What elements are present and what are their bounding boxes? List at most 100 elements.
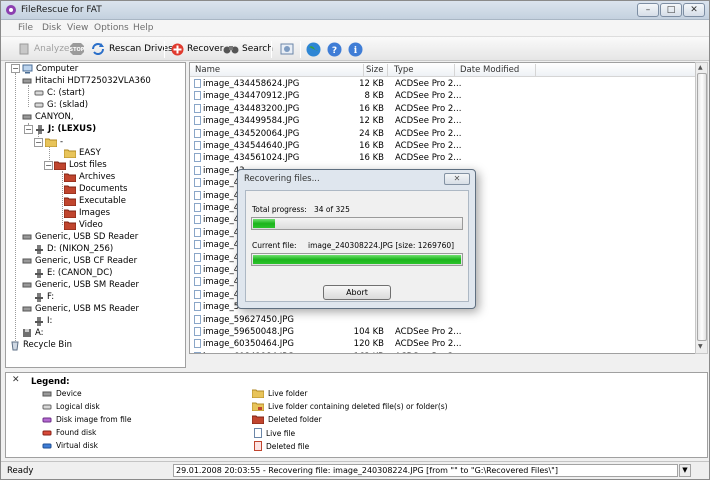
live-folder-icon (252, 389, 264, 398)
expand-toggle[interactable]: − (11, 64, 20, 73)
table-row[interactable]: image_434458624.JPG 12 KB ACDSee Pro 2... (190, 78, 695, 91)
tree-item-folder-dash[interactable]: - (45, 136, 63, 148)
tree-item-drive-g[interactable]: G: (sklad) (34, 99, 88, 111)
table-row[interactable]: image_60350464.JPG 120 KB ACDSee Pro 2... (190, 338, 695, 351)
file-icon (194, 190, 201, 200)
tree-item-drive-i[interactable]: I: (34, 315, 52, 327)
file-list-header: Name Size Type Date Modified (190, 63, 695, 77)
settings-button[interactable] (279, 41, 295, 57)
table-row[interactable]: image_434483200.JPG 16 KB ACDSee Pro 2... (190, 103, 695, 116)
menu-options[interactable]: Options (94, 23, 129, 33)
menu-view[interactable]: View (67, 23, 88, 33)
column-date[interactable]: Date Modified (460, 65, 519, 75)
tree-item-video[interactable]: Video (64, 219, 103, 231)
file-size: 12 KB (359, 79, 384, 89)
table-row[interactable]: image_434544640.JPG 16 KB ACDSee Pro 2... (190, 140, 695, 153)
file-icon (194, 103, 201, 113)
tree-item-computer[interactable]: Computer (22, 63, 78, 75)
tree-item-drive-f[interactable]: F: (34, 291, 54, 303)
column-name[interactable]: Name (195, 65, 220, 75)
minimize-button[interactable]: – (637, 3, 659, 17)
column-divider (387, 64, 388, 76)
toolbar: Analyze STOP Rescan Drives Recover Searc… (1, 36, 709, 61)
tree-item-drive-a[interactable]: A: (22, 327, 44, 339)
tree-item-sm-reader[interactable]: Generic, USB SM Reader (22, 279, 139, 291)
file-icon (194, 339, 201, 349)
tree-item-drive-d[interactable]: D: (NIKON_256) (34, 243, 113, 255)
scrollbar-thumb[interactable] (697, 73, 707, 341)
table-row[interactable]: image_59650048.JPG 104 KB ACDSee Pro 2... (190, 326, 695, 339)
expand-toggle[interactable]: − (34, 138, 43, 147)
tree-item-lost-files[interactable]: Lost files (54, 159, 107, 171)
menu-disk[interactable]: Disk (42, 23, 61, 33)
expand-toggle[interactable]: − (24, 125, 33, 134)
website-button[interactable] (306, 41, 321, 57)
tree-item-recycle-bin[interactable]: Recycle Bin (10, 339, 72, 351)
tree-item-drive-e[interactable]: E: (CANON_DC) (34, 267, 112, 279)
tree-guide (15, 73, 16, 345)
tree-item-folder-easy[interactable]: EASY (64, 147, 101, 159)
tree-item-drive-c[interactable]: C: (start) (34, 87, 85, 99)
expand-toggle[interactable]: − (44, 161, 53, 170)
status-log-select[interactable]: 29.01.2008 20:03:55 - Recovering file: i… (173, 464, 678, 477)
help-button[interactable]: ? (327, 41, 342, 57)
tree-label: Generic, USB SD Reader (35, 232, 139, 242)
status-bar: Ready 29.01.2008 20:03:55 - Recovering f… (1, 461, 709, 479)
tree-item-drive-j[interactable]: J: (LEXUS) (35, 123, 96, 135)
tree-item-images[interactable]: Images (64, 207, 110, 219)
recover-button[interactable]: Recover (171, 41, 223, 57)
column-size[interactable]: Size (366, 65, 383, 75)
drive-tree[interactable]: − Computer Hitachi HDT725032VLA360 C: (s… (5, 62, 186, 368)
tree-item-archives[interactable]: Archives (64, 171, 115, 183)
menu-file[interactable]: File (18, 23, 33, 33)
file-icon (194, 215, 201, 225)
abort-button[interactable]: Abort (323, 285, 391, 300)
scroll-down-icon[interactable]: ▼ (698, 343, 703, 350)
tree-label: Documents (79, 184, 128, 194)
tree-item-ms-reader[interactable]: Generic, USB MS Reader (22, 303, 139, 315)
about-button[interactable]: i (348, 41, 363, 57)
file-icon (194, 265, 201, 274)
disk-image-icon (42, 417, 52, 422)
help-icon: ? (327, 42, 342, 56)
close-button[interactable]: ✕ (683, 3, 705, 17)
stop-button[interactable]: STOP (69, 41, 85, 57)
tree-item-sd-reader[interactable]: Generic, USB SD Reader (22, 231, 138, 243)
column-type[interactable]: Type (394, 65, 414, 75)
tree-guide (28, 85, 29, 107)
search-button[interactable]: Search (223, 41, 273, 57)
analyze-button[interactable]: Analyze (17, 41, 69, 57)
rescan-drives-button[interactable]: Rescan Drives (90, 41, 173, 57)
deleted-folder-icon (54, 161, 66, 170)
device-icon (22, 282, 32, 288)
tree-label: Generic, USB CF Reader (35, 256, 138, 266)
file-name: image_434561024.JPG (203, 153, 300, 164)
tree-item-executable[interactable]: Executable (64, 195, 126, 207)
tree-item-documents[interactable]: Documents (64, 183, 127, 195)
table-row[interactable]: image_434520064.JPG 24 KB ACDSee Pro 2... (190, 128, 695, 141)
deleted-folder-icon (252, 415, 264, 424)
table-row[interactable]: image_434499584.JPG 12 KB ACDSee Pro 2... (190, 115, 695, 128)
menu-help[interactable]: Help (133, 23, 154, 33)
table-row[interactable]: image_434470912.JPG 8 KB ACDSee Pro 2... (190, 90, 695, 103)
file-icon (194, 327, 201, 336)
analyze-label: Analyze (34, 44, 70, 54)
file-list-scrollbar[interactable]: ▲ ▼ (695, 62, 708, 354)
table-row[interactable]: image_60841984.JPG 162 KB ACDSee Pro 2... (190, 351, 695, 353)
virtual-disk-icon (42, 443, 52, 448)
table-row[interactable]: image_434561024.JPG 16 KB ACDSee Pro 2... (190, 152, 695, 165)
tree-item-canyon[interactable]: CANYON, (22, 111, 74, 123)
scroll-up-icon[interactable]: ▲ (698, 64, 703, 71)
legend-close-icon[interactable]: ✕ (12, 375, 20, 385)
maximize-button[interactable]: □ (660, 3, 682, 17)
chevron-down-icon[interactable]: ▼ (679, 464, 691, 477)
live-folder-icon (64, 149, 76, 158)
current-file-value: image_240308224.JPG [size: 1269760] (308, 241, 455, 250)
tree-guide (49, 146, 50, 162)
tree-item-cf-reader[interactable]: Generic, USB CF Reader (22, 255, 137, 267)
dialog-close-button[interactable]: ✕ (444, 173, 470, 185)
tree-item-hitachi[interactable]: Hitachi HDT725032VLA360 (22, 75, 151, 87)
table-row[interactable]: image_59627450.JPG (190, 314, 695, 327)
tree-label: A: (35, 328, 44, 338)
file-size: 16 KB (359, 141, 384, 151)
